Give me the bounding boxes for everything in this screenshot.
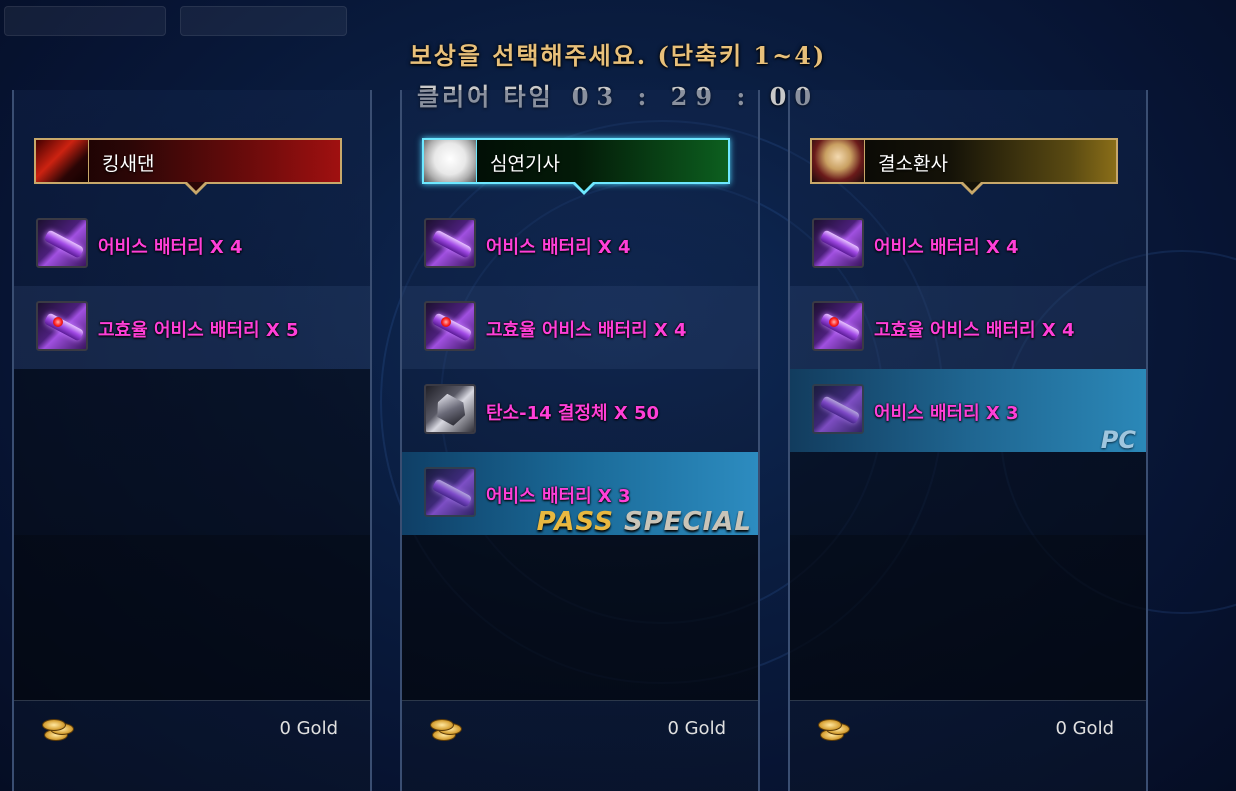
abyss-battery-icon: [424, 467, 476, 517]
reward-slot-pc[interactable]: 어비스 배터리 X 3 PC: [790, 369, 1146, 454]
reward-slot[interactable]: 고효율 어비스 배터리 X 4: [402, 286, 758, 369]
reward-label: 고효율 어비스 배터리 X 4: [874, 320, 1075, 341]
pass-special-badge: PASS SPECIAL: [537, 507, 752, 537]
player-name: 킹새댄: [102, 153, 155, 175]
gold-amount: 0 Gold: [667, 718, 726, 739]
empty-slot: [402, 535, 758, 618]
empty-slot: [790, 535, 1146, 618]
empty-slot: [14, 369, 370, 452]
reward-column-3[interactable]: 결소환사 어비스 배터리 X 4 고효율 어비스 배터리 X 4 어비스 배터리…: [788, 90, 1148, 791]
reward-label: 탄소-14 결정체 X 50: [486, 403, 660, 424]
pass-word: PASS: [536, 507, 614, 537]
reward-slot[interactable]: 어비스 배터리 X 4: [790, 203, 1146, 286]
special-word: SPECIAL: [624, 507, 752, 537]
reward-label: 어비스 배터리 X 4: [486, 237, 631, 258]
page-title: 보상을 선택해주세요. (단축키 1~4): [409, 41, 827, 70]
empty-slot: [14, 618, 370, 701]
abyss-battery-icon: [812, 384, 864, 434]
gold-amount: 0 Gold: [1055, 718, 1114, 739]
reward-label: 어비스 배터리 X 3: [486, 486, 631, 507]
reward-slot[interactable]: 고효율 어비스 배터리 X 4: [790, 286, 1146, 369]
carbon-crystal-icon: [424, 384, 476, 434]
gold-coin-icon: [816, 719, 850, 741]
player-portrait: [36, 140, 89, 182]
gold-coin-icon: [40, 719, 74, 741]
reward-slot[interactable]: 어비스 배터리 X 4: [402, 203, 758, 286]
abyss-battery-icon: [36, 218, 88, 268]
reward-label: 고효율 어비스 배터리 X 5: [98, 320, 299, 341]
player-portrait: [424, 140, 477, 182]
player-portrait: [812, 140, 865, 182]
player-name: 결소환사: [878, 153, 948, 175]
gold-row: 0 Gold: [402, 700, 758, 759]
player-nameplate: 심연기사: [422, 138, 730, 195]
abyss-battery-icon: [424, 218, 476, 268]
reward-label: 어비스 배터리 X 4: [98, 237, 243, 258]
gold-amount: 0 Gold: [279, 718, 338, 739]
gold-coin-icon: [428, 719, 462, 741]
empty-slot: [790, 452, 1146, 535]
reward-slot-pass-special[interactable]: 어비스 배터리 X 3 PASS SPECIAL: [402, 452, 758, 537]
pc-badge: PC: [1100, 426, 1136, 454]
reward-slot[interactable]: 고효율 어비스 배터리 X 5: [14, 286, 370, 369]
reward-slot[interactable]: 탄소-14 결정체 X 50: [402, 369, 758, 452]
player-nameplate: 킹새댄: [34, 138, 342, 195]
empty-slot: [14, 452, 370, 535]
player-name: 심연기사: [490, 153, 560, 175]
player-nameplate: 결소환사: [810, 138, 1118, 195]
reward-column-2[interactable]: 심연기사 어비스 배터리 X 4 고효율 어비스 배터리 X 4 탄소-14 결…: [400, 90, 760, 791]
top-left-widget-2: [180, 6, 347, 36]
gold-row: 0 Gold: [14, 700, 370, 759]
empty-slot: [14, 535, 370, 618]
abyss-battery-icon: [812, 218, 864, 268]
high-efficiency-abyss-battery-icon: [36, 301, 88, 351]
reward-label: 어비스 배터리 X 4: [874, 237, 1019, 258]
high-efficiency-abyss-battery-icon: [812, 301, 864, 351]
reward-label: 어비스 배터리 X 3: [874, 403, 1019, 424]
empty-slot: [402, 618, 758, 701]
reward-column-1[interactable]: 킹새댄 어비스 배터리 X 4 고효율 어비스 배터리 X 5 0 Gold: [12, 90, 372, 791]
high-efficiency-abyss-battery-icon: [424, 301, 476, 351]
top-left-widget: [4, 6, 166, 36]
reward-label: 고효율 어비스 배터리 X 4: [486, 320, 687, 341]
reward-slot[interactable]: 어비스 배터리 X 4: [14, 203, 370, 286]
gold-row: 0 Gold: [790, 700, 1146, 759]
empty-slot: [790, 618, 1146, 701]
